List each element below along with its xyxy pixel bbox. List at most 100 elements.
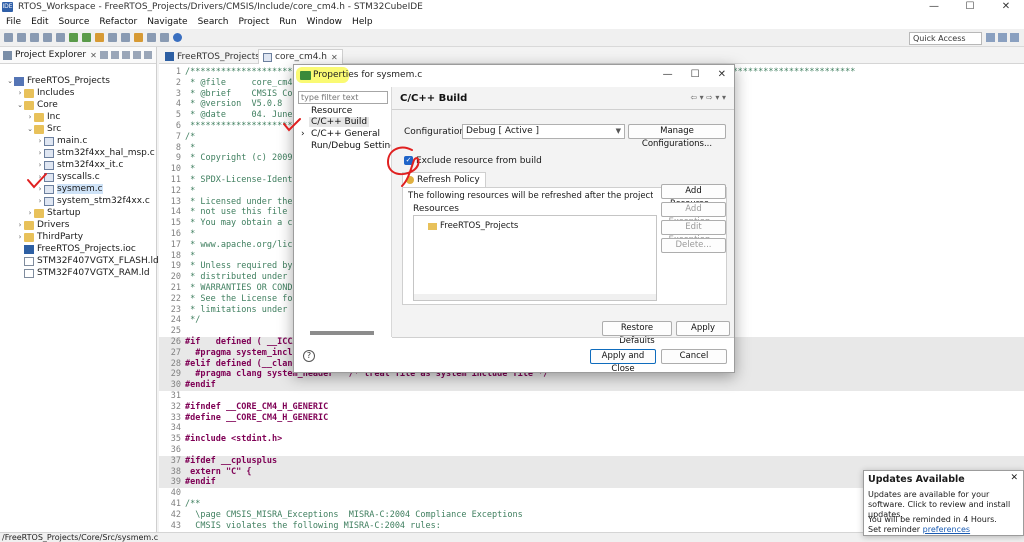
manage-configurations-button[interactable]: Manage Configurations... (628, 124, 726, 149)
tree-item-project[interactable]: ⌄ FreeRTOS_Projects (6, 75, 110, 87)
tree-item-system-c[interactable]: › system_stm32f4xx.c (36, 195, 150, 207)
chevron-right-icon[interactable]: › (36, 149, 44, 157)
preferences-link[interactable]: preferences (923, 525, 970, 534)
tree-item-hal-msp-c[interactable]: › stm32f4xx_hal_msp.c (36, 147, 155, 159)
project-explorer-tab[interactable]: Project Explorer ✕ (0, 47, 156, 64)
restore-defaults-button[interactable]: Restore Defaults (602, 321, 672, 346)
exclude-from-build-label[interactable]: Exclude resource from build (416, 156, 542, 166)
perspective-debug-icon[interactable] (1010, 33, 1019, 42)
chevron-right-icon[interactable]: › (36, 137, 44, 145)
code-line[interactable]: 36 (159, 445, 1024, 456)
add-exception-button[interactable]: Add Exception... (661, 202, 726, 227)
tree-item-flash-ld[interactable]: STM32F407VGTX_FLASH.ld (16, 255, 159, 267)
menu-edit[interactable]: Edit (31, 17, 48, 27)
tree-item-ram-ld[interactable]: STM32F407VGTX_RAM.ld (16, 267, 150, 279)
code-line[interactable]: 37 #ifdef __cplusplus (159, 455, 1024, 467)
minimize-view-icon[interactable] (133, 51, 141, 59)
updates-notification[interactable]: Updates Available ✕ Updates are availabl… (863, 470, 1024, 536)
delete-button[interactable]: Delete... (661, 238, 726, 253)
tab-core-cm4-h[interactable]: core_cm4.h ✕ (258, 49, 343, 64)
chevron-right-icon[interactable]: › (301, 129, 305, 139)
tree-item-sysmem-c[interactable]: › sysmem.c (36, 183, 103, 195)
tree-item-thirdparty[interactable]: › ThirdParty (16, 231, 83, 243)
tree-item-syscalls-c[interactable]: › syscalls.c (36, 171, 100, 183)
info-icon[interactable] (173, 33, 182, 42)
build-config-icon[interactable] (56, 33, 65, 42)
chevron-right-icon[interactable]: › (36, 197, 44, 205)
new-icon[interactable] (4, 33, 13, 42)
save-icon[interactable] (17, 33, 26, 42)
tree-item-drivers[interactable]: › Drivers (16, 219, 70, 231)
nav-scrollbar[interactable] (310, 331, 374, 335)
resources-hscrollbar[interactable] (414, 294, 656, 300)
perspective-cpp-icon[interactable] (998, 33, 1007, 42)
add-resource-button[interactable]: Add Resource... (661, 184, 726, 209)
edit-exception-button[interactable]: Edit Exception... (661, 220, 726, 245)
code-line[interactable]: 33 #define __CORE_CM4_H_GENERIC (159, 413, 1024, 424)
open-type-icon[interactable] (108, 33, 117, 42)
apply-and-close-button[interactable]: Apply and Close (590, 349, 656, 374)
dialog-minimize-button[interactable]: — (663, 69, 673, 80)
tab-refresh-policy[interactable]: Refresh Policy (402, 172, 486, 187)
search-toolbar-icon[interactable] (121, 33, 130, 42)
collapse-all-icon[interactable] (100, 51, 108, 59)
code-line[interactable]: 34 (159, 423, 1024, 434)
maximize-button[interactable]: ☐ (952, 0, 988, 14)
history-nav-arrows[interactable]: ⇦ ▾ ⇨ ▾ ▾ (690, 93, 726, 102)
tree-item-main-c[interactable]: › main.c (36, 135, 88, 147)
nav-item-cpp-general[interactable]: C/C++ General (311, 129, 380, 139)
close-icon[interactable]: ✕ (90, 51, 97, 60)
menu-help[interactable]: Help (352, 17, 373, 27)
help-icon[interactable]: ? (303, 350, 315, 362)
chevron-down-icon[interactable]: ⌄ (26, 125, 34, 133)
chevron-down-icon[interactable]: ⌄ (6, 77, 14, 85)
chevron-right-icon[interactable]: › (16, 89, 24, 97)
annotation-icon[interactable] (134, 33, 143, 42)
menu-refactor[interactable]: Refactor (99, 17, 137, 27)
resources-list[interactable]: FreeRTOS_Projects (413, 215, 657, 301)
close-icon[interactable]: ✕ (331, 53, 338, 62)
code-line[interactable]: 35 #include <stdint.h> (159, 434, 1024, 445)
tree-item-it-c[interactable]: › stm32f4xx_it.c (36, 159, 124, 171)
apply-button[interactable]: Apply (676, 321, 730, 336)
tree-item-includes[interactable]: › Includes (16, 87, 75, 99)
tree-item-startup[interactable]: › Startup (26, 207, 81, 219)
save-all-icon[interactable] (30, 33, 39, 42)
menu-window[interactable]: Window (307, 17, 343, 27)
menu-navigate[interactable]: Navigate (147, 17, 187, 27)
chevron-down-icon[interactable]: ⌄ (16, 101, 24, 109)
chevron-right-icon[interactable]: › (26, 209, 34, 217)
quick-access-input[interactable] (909, 32, 982, 45)
chevron-right-icon[interactable]: › (16, 221, 24, 229)
exclude-from-build-checkbox[interactable]: ✓ (404, 156, 413, 165)
list-item[interactable]: FreeRTOS_Projects (428, 221, 518, 231)
debug-icon[interactable] (69, 33, 78, 42)
build-icon[interactable] (43, 33, 52, 42)
close-window-button[interactable]: ✕ (988, 0, 1024, 14)
link-editor-icon[interactable] (111, 51, 119, 59)
menu-project[interactable]: Project (238, 17, 269, 27)
tree-item-src[interactable]: ⌄ Src (26, 123, 61, 135)
menu-search[interactable]: Search (198, 17, 229, 27)
chevron-right-icon[interactable]: › (36, 161, 44, 169)
tree-item-ioc[interactable]: FreeRTOS_Projects.ioc (16, 243, 136, 255)
back-icon[interactable] (147, 33, 156, 42)
menu-source[interactable]: Source (59, 17, 90, 27)
tree-item-core[interactable]: ⌄ Core (16, 99, 58, 111)
code-line[interactable]: 30 #endif (159, 380, 1024, 392)
filter-input[interactable] (298, 91, 388, 104)
close-icon[interactable]: ✕ (1010, 473, 1018, 483)
run-icon[interactable] (82, 33, 91, 42)
nav-item-run-debug[interactable]: Run/Debug Settings (311, 141, 401, 151)
nav-item-cpp-build[interactable]: C/C++ Build (309, 117, 370, 127)
maximize-view-icon[interactable] (144, 51, 152, 59)
chevron-right-icon[interactable]: › (16, 233, 24, 241)
chevron-right-icon[interactable]: › (26, 113, 34, 121)
chevron-right-icon[interactable]: › (36, 185, 44, 193)
nav-item-resource[interactable]: Resource (311, 106, 352, 116)
dialog-maximize-button[interactable]: ☐ (691, 69, 700, 80)
minimize-button[interactable]: — (916, 0, 952, 14)
code-line[interactable]: 32 #ifndef __CORE_CM4_H_GENERIC (159, 402, 1024, 413)
dialog-close-button[interactable]: ✕ (718, 69, 726, 80)
menu-file[interactable]: File (6, 17, 21, 27)
